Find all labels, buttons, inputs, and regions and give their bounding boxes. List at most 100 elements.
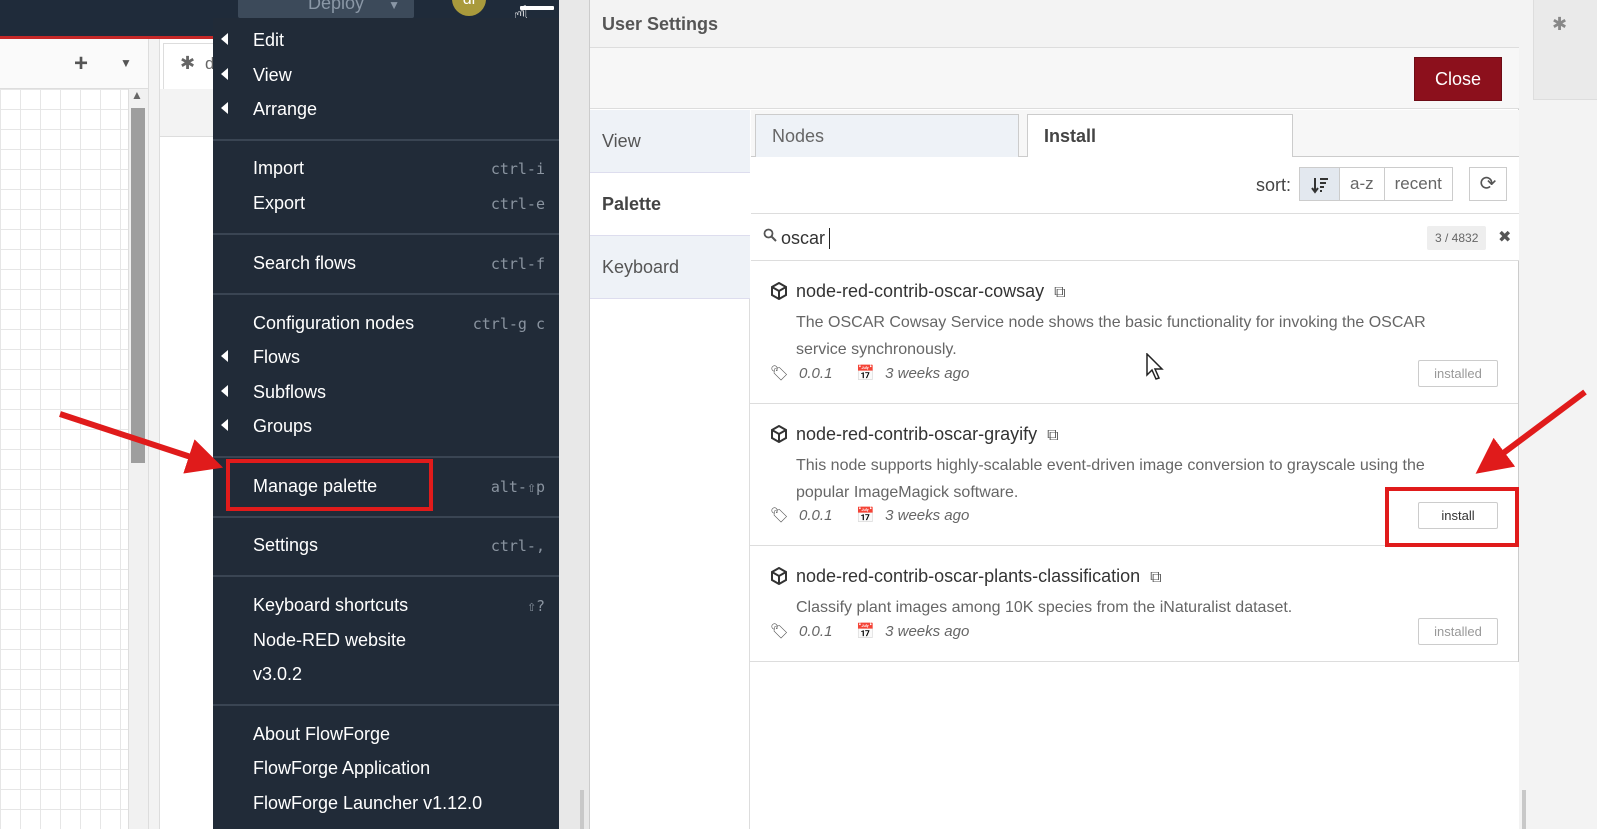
refresh-button[interactable]: ⟳ <box>1469 167 1507 201</box>
dialog-backdrop <box>559 0 589 829</box>
package-description: The OSCAR Cowsay Service node shows the … <box>796 314 1426 358</box>
close-button[interactable]: Close <box>1414 57 1502 101</box>
package-name-link[interactable]: node-red-contrib-oscar-cowsay ⧉ <box>796 281 1066 302</box>
package-meta: 🏷 0.0.1 📅 3 weeks ago <box>770 365 970 382</box>
menu-item-arrange[interactable]: Arrange <box>213 93 559 127</box>
menu-item-flows[interactable]: Flows <box>213 341 559 375</box>
menu-item-settings[interactable]: Settings ctrl-, <box>213 529 559 563</box>
menu-item-import[interactable]: Import ctrl-i <box>213 152 559 186</box>
tag-icon: 🏷 <box>770 623 790 640</box>
bug-icon: ✱ <box>180 53 196 73</box>
dialog-toolbar <box>590 48 1520 109</box>
caret-left-icon <box>221 385 228 397</box>
dialog-header: User Settings <box>590 0 1520 48</box>
installed-button: installed <box>1418 618 1498 645</box>
scroll-up-icon[interactable]: ▲ <box>131 88 143 102</box>
deploy-label: Deploy <box>308 0 365 13</box>
menu-divider <box>213 704 559 706</box>
caret-left-icon <box>221 68 228 80</box>
tag-icon: 🏷 <box>770 507 790 524</box>
calendar-icon: 📅 <box>856 623 876 640</box>
menu-item-export[interactable]: Export ctrl-e <box>213 187 559 221</box>
sidebar-separator[interactable] <box>148 39 160 829</box>
caret-left-icon <box>221 102 228 114</box>
package-description: This node supports highly-scalable event… <box>796 457 1425 501</box>
debug-toolbar <box>160 89 220 137</box>
text-cursor <box>829 228 830 249</box>
menu-divider <box>213 293 559 295</box>
cube-icon <box>770 566 788 590</box>
menu-item-about-flowforge[interactable]: About FlowForge <box>213 718 559 752</box>
mouse-pointer-icon <box>1146 353 1164 380</box>
caret-left-icon <box>221 419 228 431</box>
dialog-title: User Settings <box>602 14 719 34</box>
sort-recent-button[interactable]: recent <box>1384 168 1452 200</box>
sort-button-group: a-z recent <box>1299 167 1453 201</box>
tag-icon: 🏷 <box>770 365 790 382</box>
highlight-box <box>1385 487 1519 547</box>
menu-item-flowforge-launcher[interactable]: FlowForge Launcher v1.12.0 <box>213 787 559 821</box>
menu-item-flowforge-application[interactable]: FlowForge Application <box>213 752 559 786</box>
menu-item-view[interactable]: View <box>213 59 559 93</box>
menu-item-subflows[interactable]: Subflows <box>213 376 559 410</box>
caret-left-icon <box>221 350 228 362</box>
clear-search-icon[interactable]: ✖ <box>1498 227 1511 247</box>
search-icon <box>763 228 777 245</box>
result-count-badge: 3 / 4832 <box>1427 226 1487 250</box>
deploy-button[interactable]: Deploy ▼ <box>238 0 414 18</box>
menu-item-edit[interactable]: Edit <box>213 24 559 58</box>
menu-item-node-red-website[interactable]: Node-RED website <box>213 624 559 658</box>
tab-nodes[interactable]: Nodes <box>755 114 1019 157</box>
sort-az-button[interactable]: a-z <box>1340 168 1385 200</box>
package-meta: 🏷 0.0.1 📅 3 weeks ago <box>770 507 970 524</box>
settings-nav-view[interactable]: View <box>590 110 750 173</box>
settings-nav-keyboard[interactable]: Keyboard <box>590 236 750 299</box>
external-link-icon[interactable]: ⧉ <box>1054 284 1065 302</box>
refresh-icon: ⟳ <box>1479 173 1497 195</box>
package-description: Classify plant images among 10K species … <box>796 599 1293 616</box>
settings-nav: View Palette Keyboard <box>590 110 750 829</box>
menu-item-configuration-nodes[interactable]: Configuration nodes ctrl-g c <box>213 307 559 341</box>
calendar-icon: 📅 <box>856 365 876 382</box>
chevron-down-icon[interactable]: ▼ <box>120 56 132 70</box>
installed-button: installed <box>1418 360 1498 387</box>
search-bar: 3 / 4832 ✖ <box>751 214 1519 261</box>
highlight-box <box>226 459 433 511</box>
menu-item-groups[interactable]: Groups <box>213 410 559 444</box>
calendar-icon: 📅 <box>856 507 876 524</box>
menu-divider <box>213 456 559 458</box>
caret-left-icon <box>221 33 228 45</box>
package-name-link[interactable]: node-red-contrib-oscar-grayify ⧉ <box>796 424 1059 445</box>
scrollbar-thumb[interactable] <box>580 790 584 829</box>
package-name-link[interactable]: node-red-contrib-oscar-plants-classifica… <box>796 566 1162 587</box>
menu-item-keyboard-shortcuts[interactable]: Keyboard shortcuts ⇧? <box>213 589 559 623</box>
workspace-canvas[interactable] <box>0 89 128 829</box>
scrollbar-thumb[interactable] <box>131 108 145 463</box>
external-link-icon[interactable]: ⧉ <box>1150 569 1161 587</box>
chevron-down-icon[interactable]: ▼ <box>388 0 400 16</box>
settings-nav-palette[interactable]: Palette <box>590 173 750 236</box>
main-menu: Edit View Arrange Import ctrl-i Export ctr… <box>213 18 559 829</box>
menu-divider <box>213 575 559 577</box>
sort-relevance-button[interactable] <box>1300 168 1340 200</box>
menu-item-search-flows[interactable]: Search flows ctrl-f <box>213 247 559 281</box>
package-list-empty <box>751 662 1519 829</box>
package-meta: 🏷 0.0.1 📅 3 weeks ago <box>770 623 970 640</box>
external-link-icon[interactable]: ⧉ <box>1047 427 1058 445</box>
list-item: node-red-contrib-oscar-cowsay ⧉ The OSCAR… <box>750 261 1518 404</box>
add-flow-icon[interactable]: + <box>74 50 88 78</box>
sort-amount-icon <box>1310 177 1328 194</box>
sort-toolbar: sort: a-z recent ⟳ <box>751 157 1519 214</box>
bug-icon: ✱ <box>1552 14 1568 34</box>
menu-divider <box>213 516 559 518</box>
right-sidebar-edge <box>1519 0 1597 829</box>
sort-label: sort: <box>1256 175 1292 195</box>
list-item: node-red-contrib-oscar-plants-classifica… <box>750 546 1518 662</box>
palette-tabs: Nodes Install <box>751 110 1519 158</box>
scrollbar-thumb[interactable] <box>1522 790 1526 829</box>
search-input[interactable] <box>781 226 1081 250</box>
cube-icon <box>770 424 788 448</box>
tab-install[interactable]: Install <box>1027 114 1293 158</box>
cube-icon <box>770 281 788 305</box>
menu-divider <box>213 139 559 141</box>
